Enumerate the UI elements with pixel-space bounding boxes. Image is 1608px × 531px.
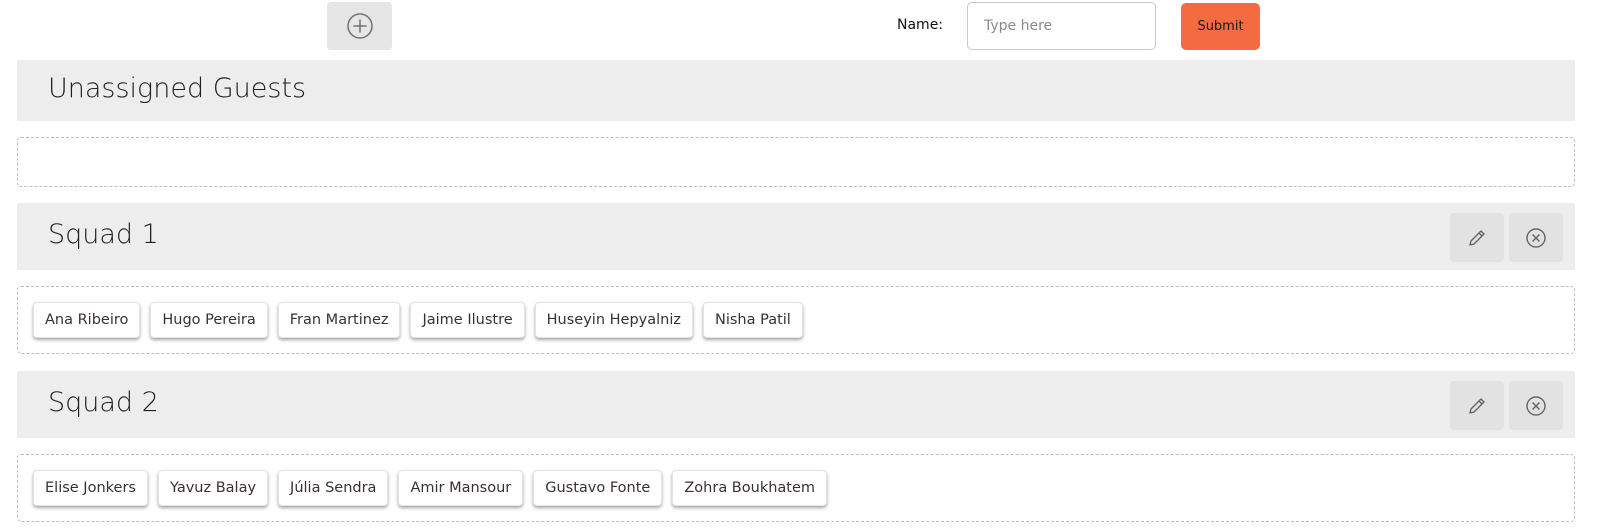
guest-chip[interactable]: Amir Mansour: [398, 470, 524, 506]
pencil-icon: [1469, 397, 1485, 414]
unassigned-title: Unassigned Guests: [48, 73, 307, 104]
close-circle-icon: [1526, 227, 1546, 248]
add-group-button[interactable]: [327, 2, 392, 50]
guest-chip[interactable]: Elise Jonkers: [33, 470, 148, 506]
delete-group-button[interactable]: [1509, 381, 1563, 430]
guest-chip[interactable]: Zohra Boukhatem: [672, 470, 828, 506]
page: Name: Submit Unassigned Guests Squad 1: [0, 0, 1608, 531]
guest-chip[interactable]: Fran Martinez: [277, 302, 401, 338]
group-header-squad-1: Squad 1: [17, 203, 1575, 270]
guest-chip[interactable]: Hugo Pereira: [150, 302, 268, 338]
group-title: Squad 1: [48, 219, 159, 250]
group-actions: [1450, 381, 1563, 430]
edit-group-button[interactable]: [1450, 381, 1504, 430]
close-circle-icon: [1526, 395, 1546, 416]
group-actions: [1450, 213, 1563, 262]
edit-group-button[interactable]: [1450, 213, 1504, 262]
guest-chip[interactable]: Nisha Patil: [702, 302, 803, 338]
delete-group-button[interactable]: [1509, 213, 1563, 262]
group-drop-zone-squad-2[interactable]: Elise Jonkers Yavuz Balay Júlia Sendra A…: [17, 454, 1575, 522]
unassigned-drop-zone[interactable]: [17, 137, 1575, 187]
unassigned-header: Unassigned Guests: [17, 60, 1575, 121]
name-label: Name:: [897, 17, 944, 33]
plus-circle-icon: [346, 13, 373, 39]
group-drop-zone-squad-1[interactable]: Ana Ribeiro Hugo Pereira Fran Martinez J…: [17, 286, 1575, 354]
group-header-squad-2: Squad 2: [17, 371, 1575, 438]
guest-chip[interactable]: Júlia Sendra: [278, 470, 389, 506]
group-title: Squad 2: [48, 387, 159, 418]
guest-chip[interactable]: Gustavo Fonte: [533, 470, 663, 506]
pencil-icon: [1469, 229, 1485, 246]
guest-chip[interactable]: Yavuz Balay: [157, 470, 269, 506]
submit-button[interactable]: Submit: [1181, 3, 1260, 50]
name-input[interactable]: [967, 2, 1156, 50]
guest-chip[interactable]: Jaime Ilustre: [410, 302, 525, 338]
guest-chip[interactable]: Huseyin Hepyalniz: [534, 302, 693, 338]
guest-chip[interactable]: Ana Ribeiro: [33, 302, 141, 338]
